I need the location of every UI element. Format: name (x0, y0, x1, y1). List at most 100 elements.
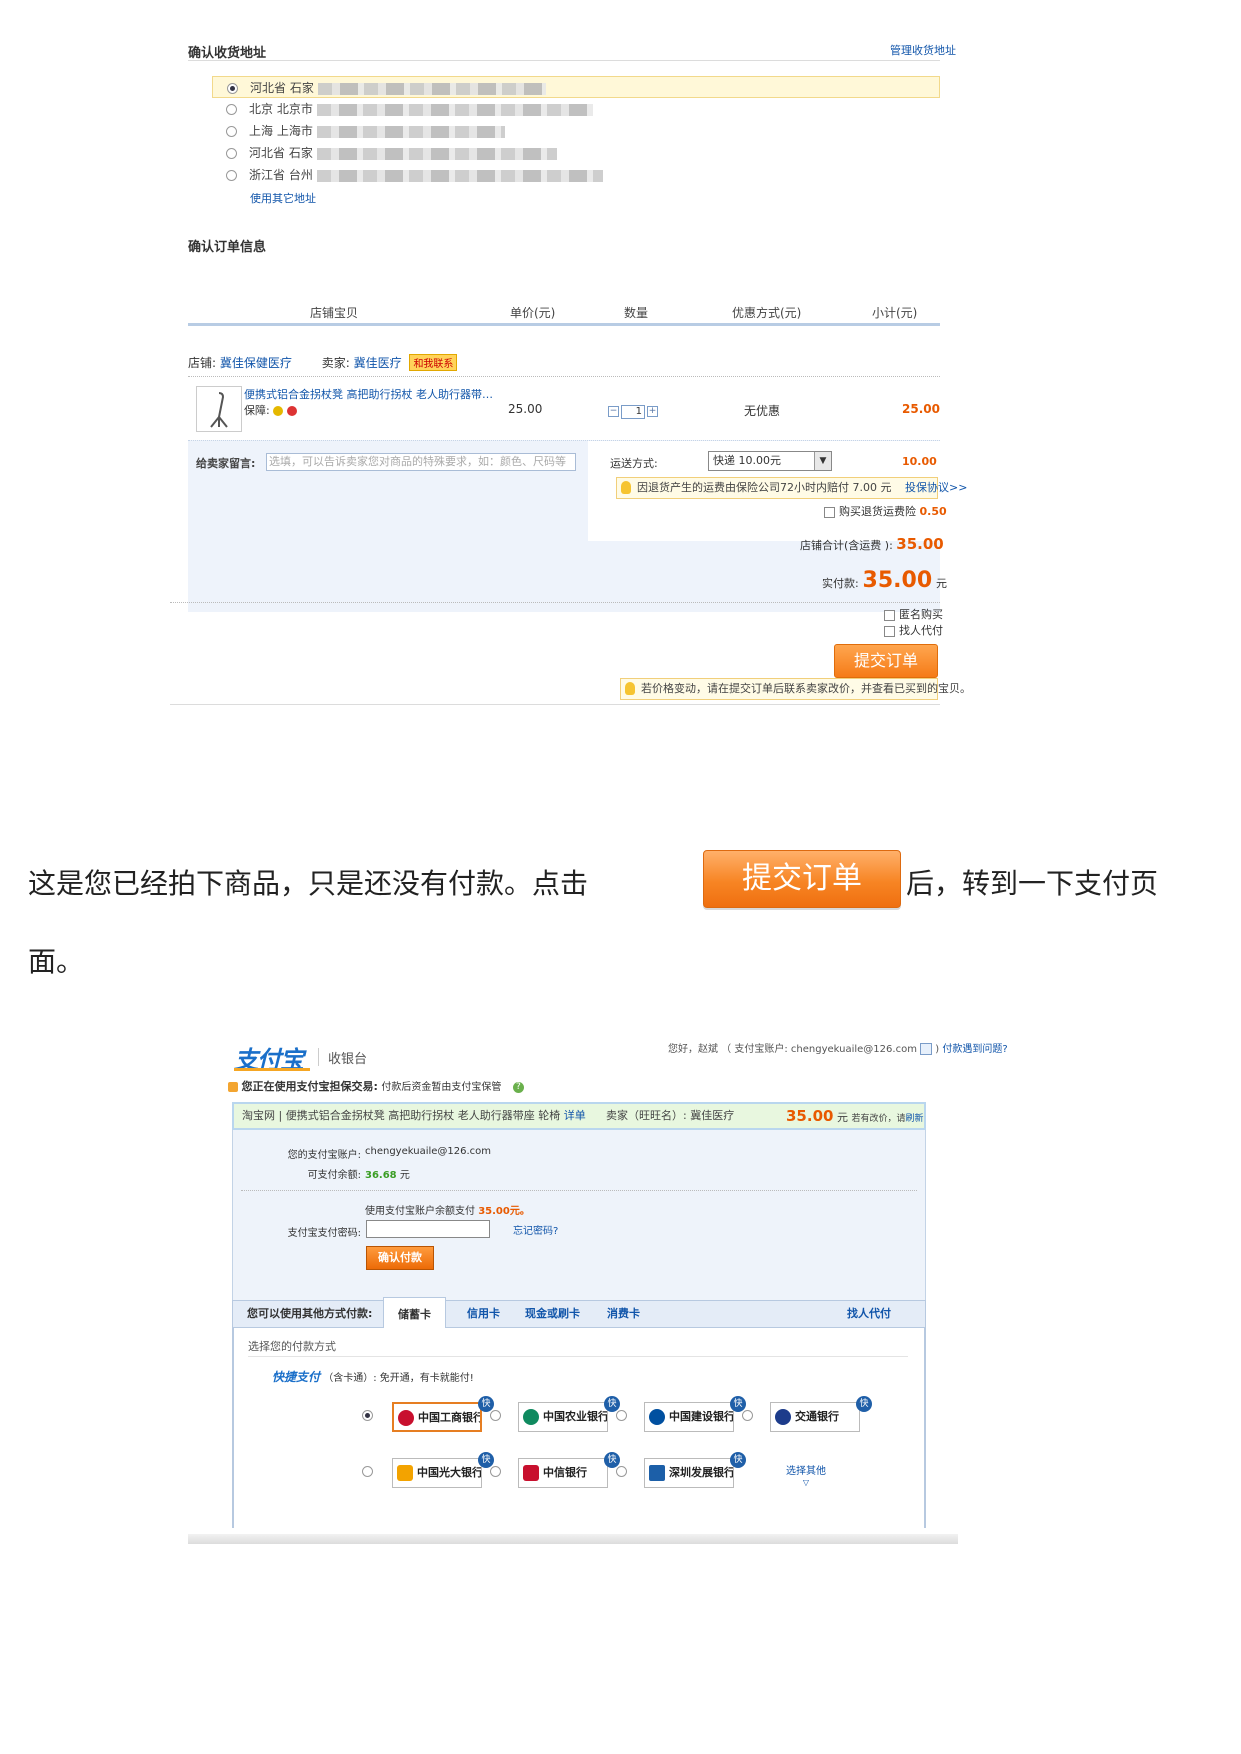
abc-logo-icon (523, 1409, 539, 1425)
contact-me-button[interactable]: 和我联系 (409, 354, 458, 371)
bank-ccb[interactable]: 中国建设银行 (644, 1402, 734, 1432)
help-icon[interactable]: ? (512, 1081, 524, 1093)
shop-line: 店铺: 冀佳保健医疗 卖家: 冀佳医疗 和我联系 (188, 354, 1040, 376)
remark-input[interactable]: 选填，可以告诉卖家您对商品的特殊要求，如：颜色、尺码等 (266, 453, 576, 471)
divider (170, 704, 940, 705)
item-title-link[interactable]: 便携式铝合金拐杖凳 高把助行拐杖 老人助行器带… (244, 386, 493, 402)
browser-status-bar (188, 1534, 958, 1544)
bank-ceb[interactable]: 中国光大银行 (392, 1458, 482, 1488)
caption-line1-after: 后，转到一下支付页 (906, 867, 1159, 900)
address-option[interactable]: 浙江省 台州 (212, 164, 1064, 186)
address-option[interactable]: 河北省 石家 (212, 76, 940, 98)
password-input[interactable] (366, 1220, 490, 1238)
column-header: 小计(元) (872, 306, 918, 320)
refresh-link[interactable]: 刷新 (905, 1114, 923, 1124)
manage-addresses-link[interactable]: 管理收货地址 (890, 42, 956, 58)
address-option[interactable]: 上海 上海市 (212, 120, 1064, 142)
proxy-pay-link[interactable]: 找人代付 (847, 1301, 891, 1327)
confirm-payment-button[interactable]: 确认付款 (366, 1246, 434, 1270)
bank-name: 中信银行 (543, 1466, 587, 1479)
bank-radio[interactable] (362, 1466, 373, 1477)
use-balance-text: 使用支付宝账户余额支付 (365, 1206, 475, 1217)
proxy-pay-checkbox[interactable] (884, 625, 895, 637)
quantity-input[interactable]: 1 (621, 404, 645, 419)
payment-help-link[interactable]: 付款遇到问题? (942, 1044, 1007, 1055)
more-banks-link[interactable]: 选择其他 ▽ (786, 1462, 826, 1488)
address-section-title: 确认收货地址 (188, 46, 267, 61)
actual-payment: 实付款: 35.00 元 (822, 568, 947, 593)
seller-name-link[interactable]: 冀佳医疗 (354, 356, 402, 370)
tab-cash-or-card[interactable]: 现金或刷卡 (525, 1301, 580, 1327)
tab-debit-card[interactable]: 储蓄卡 (383, 1297, 446, 1329)
minus-button[interactable]: − (608, 406, 619, 417)
address-text: 浙江省 台州 (249, 168, 313, 182)
balance-amount: 36.68 (365, 1170, 397, 1181)
payment-methods-panel: 选择您的付款方式 快捷支付 （含卡通）: 免开通，有卡就能付! 中国工商银行 快… (232, 1328, 926, 1528)
dotted-divider (241, 1190, 917, 1191)
anonymous-checkbox[interactable] (884, 609, 895, 621)
bank-sdb[interactable]: 深圳发展银行 (644, 1458, 734, 1488)
radio[interactable] (226, 148, 237, 159)
balance-label: 可支付余额: (307, 1170, 361, 1181)
bank-radio[interactable] (616, 1410, 627, 1421)
radio[interactable] (226, 170, 237, 181)
use-balance-line: 使用支付宝账户余额支付 35.00元。 (365, 1202, 530, 1217)
shipping-fee: 10.00 (902, 455, 937, 468)
bank-name: 中国农业银行 (543, 1410, 608, 1423)
shop-name-link[interactable]: 冀佳保健医疗 (220, 356, 292, 370)
bank-bocom[interactable]: 交通银行 (770, 1402, 860, 1432)
quick-pay-logo: 快捷支付 (272, 1370, 321, 1384)
address-text: 上海 上海市 (249, 124, 313, 138)
order-detail-link[interactable]: 详单 (564, 1109, 586, 1122)
bank-citic[interactable]: 中信银行 (518, 1458, 608, 1488)
submit-order-button[interactable]: 提交订单 (834, 644, 938, 678)
bank-abc[interactable]: 中国农业银行 (518, 1402, 608, 1432)
shipping-select[interactable]: 快递 10.00元 (708, 451, 832, 471)
icbc-logo-icon (398, 1410, 414, 1426)
forgot-password-link[interactable]: 忘记密码? (513, 1222, 558, 1237)
bank-radio[interactable] (616, 1466, 627, 1477)
radio-selected[interactable] (227, 83, 238, 94)
item-subtotal: 25.00 (902, 402, 940, 416)
unit-price: 25.00 (508, 402, 543, 416)
blurred-address (316, 103, 593, 116)
quick-pay-line: 快捷支付 （含卡通）: 免开通，有卡就能付! (272, 1368, 474, 1385)
insurance-price: 0.50 (919, 505, 947, 518)
order-amount: 35.00 元 若有改价，请刷新 (786, 1104, 923, 1131)
address-option[interactable]: 北京 北京市 (212, 98, 1064, 120)
divider (318, 1048, 319, 1066)
sdb-logo-icon (649, 1465, 665, 1481)
address-text: 河北省 石家 (250, 81, 314, 95)
bank-radio[interactable] (490, 1410, 501, 1421)
anonymous-option[interactable]: 匿名购买 (884, 606, 943, 622)
guarantee-icon (273, 406, 284, 416)
tab-consumer-card[interactable]: 消费卡 (607, 1301, 640, 1327)
insurance-option[interactable]: 购买退货运费险 0.50 (824, 503, 947, 519)
bank-radio[interactable] (742, 1410, 753, 1421)
bank-icbc[interactable]: 中国工商银行 (392, 1402, 482, 1432)
bank-radio[interactable] (490, 1466, 501, 1477)
address-option[interactable]: 河北省 石家 (212, 142, 1064, 164)
plus-button[interactable]: + (647, 406, 658, 417)
payment-tabs-bar: 您可以使用其他方式付款: 储蓄卡 信用卡 现金或刷卡 消费卡 找人代付 (232, 1297, 926, 1329)
radio[interactable] (226, 104, 237, 115)
bank-radio[interactable] (362, 1410, 373, 1421)
quantity-stepper[interactable]: −1 + (608, 404, 658, 419)
blurred-address (316, 147, 557, 160)
radio[interactable] (226, 126, 237, 137)
user-greeting: 您好，赵斌 （ 支付宝账户: chengyekuaile@126.com ) 付… (668, 1043, 1008, 1055)
blurred-address (316, 125, 505, 138)
proxy-pay-option[interactable]: 找人代付 (884, 622, 943, 638)
tab-credit-card[interactable]: 信用卡 (467, 1301, 500, 1327)
choose-method-label: 选择您的付款方式 (248, 1340, 336, 1353)
use-other-address-link[interactable]: 使用其它地址 (250, 190, 316, 206)
divider (188, 60, 940, 61)
guarantee-icon (286, 406, 297, 416)
balance-unit: 元 (399, 1170, 410, 1181)
insurance-checkbox[interactable] (824, 506, 835, 518)
dotted-divider (188, 376, 940, 377)
item-thumbnail[interactable] (196, 386, 242, 432)
insurance-agreement-link[interactable]: 投保协议>> (905, 481, 967, 494)
address-text: 北京 北京市 (249, 102, 313, 116)
column-header: 数量 (624, 306, 649, 320)
